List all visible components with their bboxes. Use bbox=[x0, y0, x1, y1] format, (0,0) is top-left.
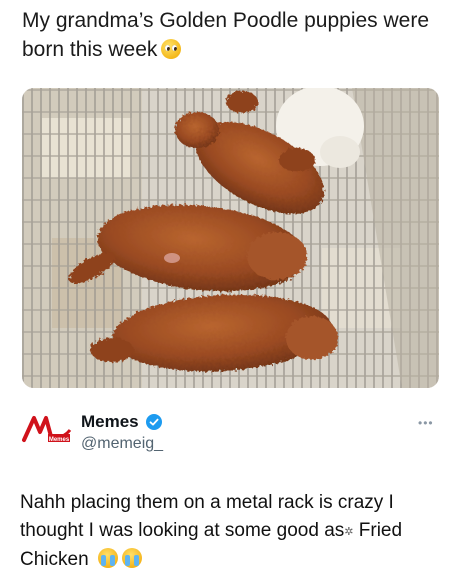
avatar-logo-text: Memes bbox=[49, 437, 70, 443]
tweet-text: Nahh placing them on a metal rack is cra… bbox=[20, 489, 440, 574]
tweet-text-line-1: Nahh placing them on a metal rack is cra… bbox=[20, 492, 394, 513]
tweet-text-line-2b: Fried bbox=[353, 520, 403, 541]
loudly-crying-face-icon bbox=[121, 548, 142, 568]
more-options-button[interactable]: ••• bbox=[418, 416, 434, 430]
loudly-crying-face-icon bbox=[97, 548, 118, 568]
tweet-text-line-3: Chicken bbox=[20, 549, 89, 570]
caption-line-1: My grandma’s Golden Poodle puppies were bbox=[22, 9, 430, 32]
verified-badge-icon bbox=[146, 414, 162, 430]
caption-text: My grandma’s Golden Poodle puppies were … bbox=[22, 6, 442, 64]
tweet-text-line-2a: thought I was looking at some good as bbox=[20, 520, 345, 541]
pleading-face-icon bbox=[161, 39, 182, 59]
caption-line-2: born this week bbox=[22, 38, 158, 61]
author-name[interactable]: Memes bbox=[81, 412, 139, 432]
tweet-card[interactable]: Memes Memes @memeig_ ••• Nahh placing th… bbox=[0, 392, 460, 575]
puppies-photo[interactable] bbox=[22, 88, 439, 388]
memes-logo-avatar[interactable]: Memes bbox=[20, 410, 72, 450]
author-handle[interactable]: @memeig_ bbox=[81, 435, 163, 453]
photo-illustration bbox=[22, 88, 439, 388]
